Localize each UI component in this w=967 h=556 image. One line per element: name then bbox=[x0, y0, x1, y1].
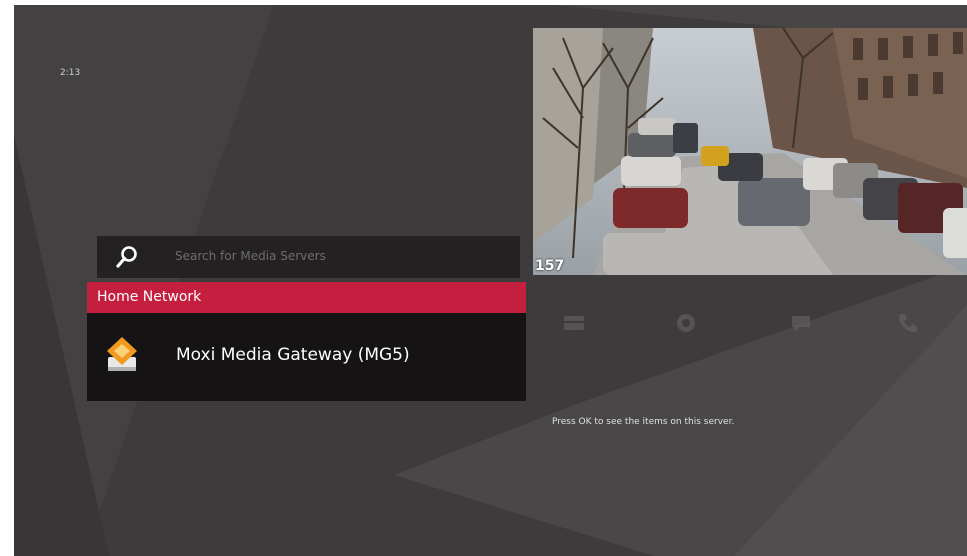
street-scene-image bbox=[533, 28, 967, 275]
list-item-moxi-media-gateway[interactable]: Moxi Media Gateway (MG5) bbox=[87, 313, 526, 401]
settings-icon[interactable] bbox=[674, 311, 698, 335]
clock: 2:13 bbox=[60, 68, 81, 78]
tv-screen: 2:13 Search for Media Servers Home Netwo… bbox=[14, 5, 967, 556]
section-title: Home Network bbox=[97, 289, 202, 305]
live-tv-preview: 157 bbox=[533, 28, 967, 275]
media-gateway-icon bbox=[105, 336, 139, 374]
section-header-home-network: Home Network bbox=[87, 282, 526, 313]
phone-icon[interactable] bbox=[896, 311, 920, 335]
server-list: Moxi Media Gateway (MG5) bbox=[87, 313, 526, 401]
search-bar[interactable]: Search for Media Servers bbox=[97, 236, 520, 278]
server-label: Moxi Media Gateway (MG5) bbox=[176, 345, 410, 365]
messages-icon[interactable] bbox=[789, 311, 813, 335]
guide-icon[interactable] bbox=[562, 311, 586, 335]
channel-number: 157 bbox=[535, 258, 565, 274]
search-icon bbox=[115, 245, 139, 269]
search-placeholder: Search for Media Servers bbox=[175, 249, 326, 263]
hint-text: Press OK to see the items on this server… bbox=[552, 417, 735, 427]
